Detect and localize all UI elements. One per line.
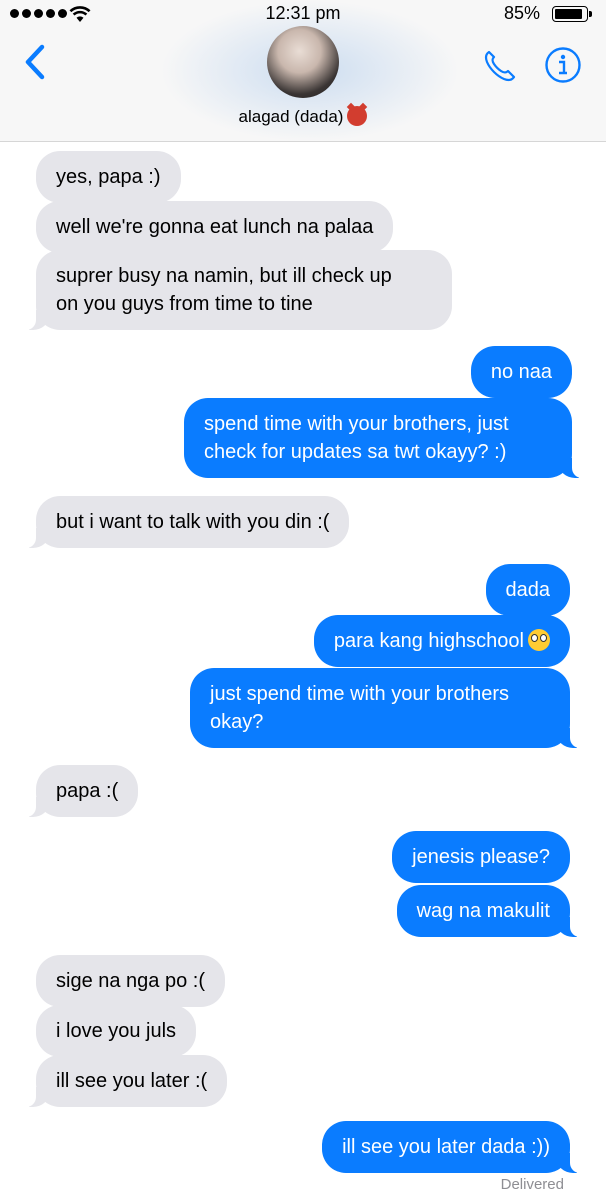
- info-button[interactable]: [544, 46, 582, 84]
- incoming-message[interactable]: sige na nga po :(: [36, 955, 225, 1007]
- ogre-emoji-icon: [347, 106, 368, 126]
- incoming-message[interactable]: but i want to talk with you din :(: [9, 496, 350, 548]
- chevron-left-icon: [25, 44, 45, 80]
- rolling-eyes-emoji-icon: [528, 629, 550, 651]
- call-button[interactable]: [480, 46, 520, 86]
- outgoing-message[interactable]: ill see you later dada :)): [322, 1121, 596, 1173]
- delivered-status: Delivered: [500, 1176, 564, 1193]
- incoming-message[interactable]: yes, papa :): [36, 151, 181, 203]
- incoming-message[interactable]: ill see you later :(: [9, 1055, 228, 1107]
- incoming-message[interactable]: i love you juls: [36, 1005, 197, 1057]
- outgoing-message[interactable]: wag na makulit: [396, 885, 597, 937]
- outgoing-message[interactable]: just spend time with your brothers okay?: [190, 668, 596, 748]
- battery-percentage: 85%: [503, 3, 540, 23]
- contact-name: alagad (dada): [238, 107, 344, 126]
- incoming-message[interactable]: papa :(: [9, 765, 139, 817]
- incoming-message[interactable]: well we're gonna eat lunch na palaa: [36, 201, 394, 253]
- info-icon: [545, 47, 581, 83]
- incoming-message[interactable]: suprer busy na namin, but ill check up o…: [10, 250, 452, 330]
- outgoing-message[interactable]: no naa: [470, 346, 572, 398]
- contact-avatar[interactable]: [267, 26, 339, 98]
- outgoing-message[interactable]: spend time with your brothers, just chec…: [184, 398, 598, 478]
- phone-icon: [484, 50, 516, 82]
- battery-icon: [552, 6, 594, 24]
- back-button[interactable]: [18, 42, 52, 82]
- conversation-header: 12:31 pm 85% alagad (dada): [0, 0, 606, 142]
- outgoing-message[interactable]: jenesis please?: [392, 831, 570, 883]
- outgoing-message[interactable]: dada: [485, 564, 570, 616]
- contact-name-row[interactable]: alagad (dada): [0, 106, 606, 127]
- message-text: para kang highschool: [333, 630, 524, 652]
- outgoing-message[interactable]: para kang highschool: [313, 615, 570, 667]
